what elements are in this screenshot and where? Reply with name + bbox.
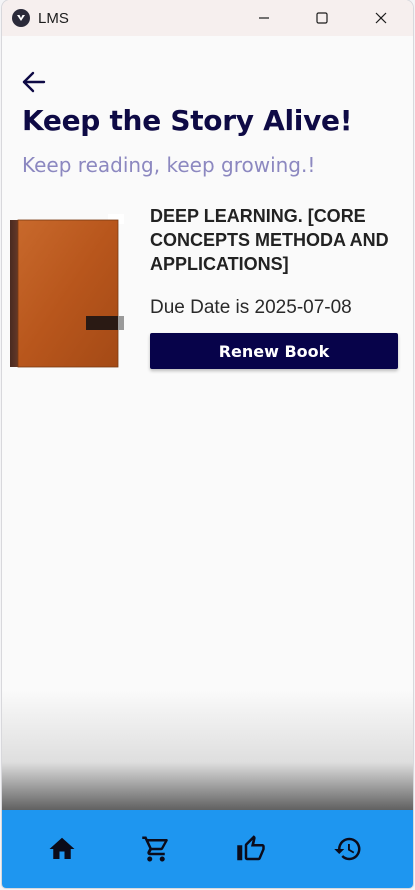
history-icon [334, 837, 361, 861]
window-title: LMS [38, 9, 69, 27]
page-subtitle: Keep reading, keep growing.! [22, 153, 316, 177]
close-icon [375, 12, 387, 24]
home-icon [49, 837, 75, 859]
close-button[interactable] [352, 0, 410, 36]
page-title: Keep the Story Alive! [22, 104, 353, 137]
book-title: DEEP LEARNING. [CORE CONCEPTS METHODA AN… [150, 206, 389, 274]
arrow-left-icon [22, 71, 46, 93]
content-shadow [2, 690, 413, 810]
app-logo-icon [12, 9, 30, 27]
nav-history-button[interactable] [331, 832, 365, 866]
book-cover-image [8, 214, 126, 369]
cart-icon [142, 836, 168, 862]
due-date-text: Due Date is 2025-07-08 [150, 297, 352, 318]
maximize-button[interactable] [293, 0, 351, 36]
nav-home-button[interactable] [45, 832, 79, 866]
maximize-icon [316, 12, 328, 24]
bottom-navigation-bar [2, 810, 413, 888]
title-bar[interactable]: LMS [2, 0, 413, 36]
app-window: LMS Keep the Story Alive! Keep reading, … [2, 0, 413, 888]
thumbs-up-icon [237, 835, 265, 861]
nav-cart-button[interactable] [139, 832, 173, 866]
renew-book-button[interactable]: Renew Book [150, 333, 398, 369]
minimize-button[interactable] [235, 0, 293, 36]
minimize-icon [259, 17, 269, 19]
back-button[interactable] [20, 68, 48, 96]
nav-like-button[interactable] [234, 832, 268, 866]
